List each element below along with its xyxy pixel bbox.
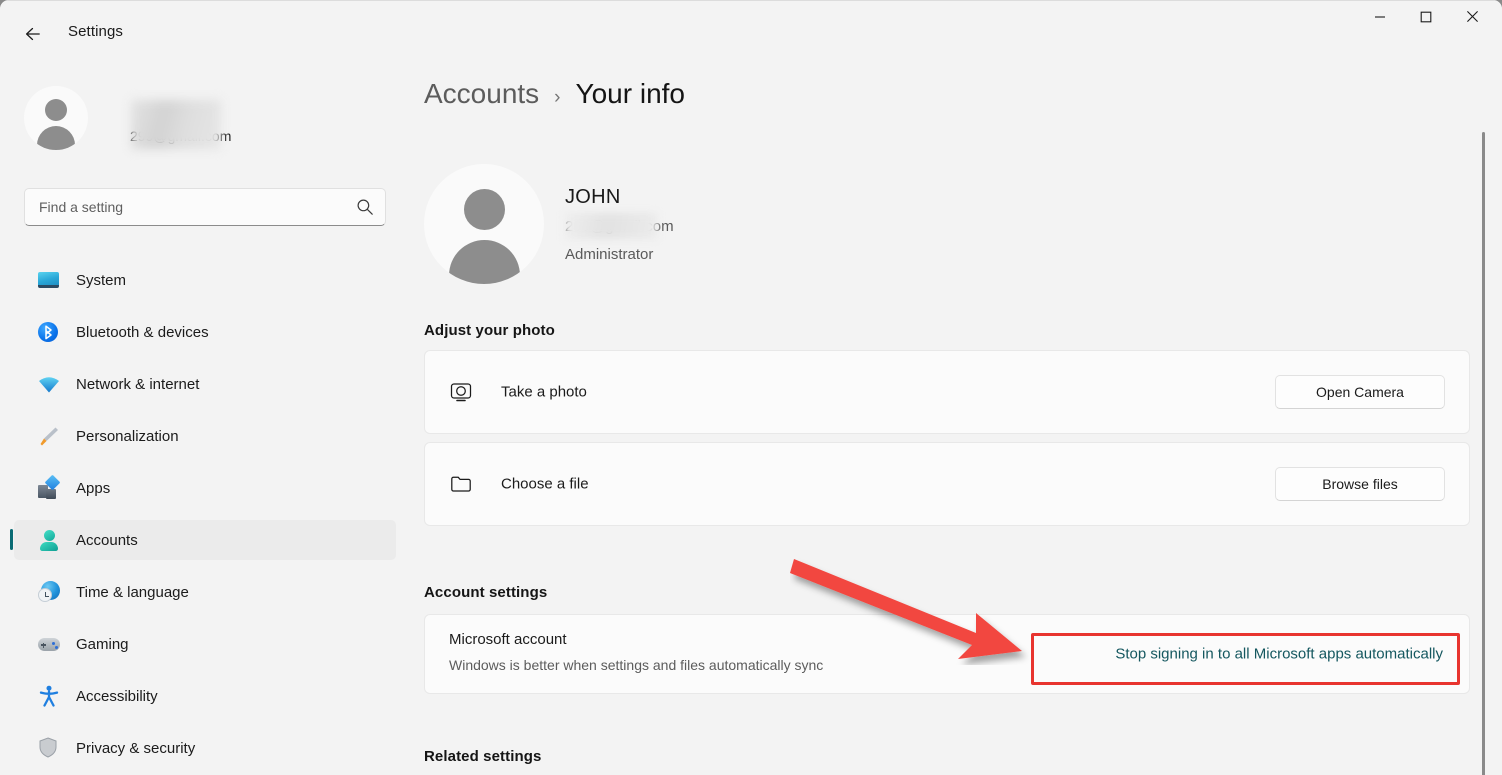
sidebar-item-privacy-security[interactable]: Privacy & security [14,728,396,768]
sidebar-item-label: Personalization [76,427,179,445]
back-button[interactable] [16,18,48,50]
sidebar-item-network-internet[interactable]: Network & internet [14,364,396,404]
monitor-icon [38,269,60,291]
sidebar-item-accessibility[interactable]: Accessibility [14,676,396,716]
vertical-scrollbar[interactable] [1478,132,1490,775]
sidebar-item-label: System [76,271,127,289]
sidebar-item-bluetooth-devices[interactable]: Bluetooth & devices [14,312,396,352]
title-bar: Settings [0,0,1502,64]
sidebar-item-accounts[interactable]: Accounts [10,520,396,560]
sidebar-profile[interactable]: 299@gmail.com [24,78,394,158]
apps-icon [38,474,61,499]
open-camera-button[interactable]: Open Camera [1275,375,1445,409]
wifi-icon [38,373,60,395]
sidebar-nav: System Bluetooth & devices Network & int… [10,260,396,775]
avatar [424,164,544,284]
sidebar-item-label: Apps [76,479,111,497]
sidebar-item-label: Time & language [76,583,189,601]
minimize-icon [1375,15,1385,18]
sidebar-item-apps[interactable]: Apps [14,468,396,508]
sidebar-item-system[interactable]: System [14,260,396,300]
sidebar: 299@gmail.com System [0,64,410,775]
user-name: JOHN [565,186,621,208]
chevron-right-icon: › [554,87,561,108]
breadcrumb-parent[interactable]: Accounts [424,78,539,110]
section-title-adjust-photo: Adjust your photo [424,322,555,339]
clock-globe-icon [38,581,60,603]
person-icon [38,529,60,551]
row-title: Microsoft account [449,631,567,648]
main-content: Accounts › Your info JOHN 299@gmail.com … [410,64,1502,775]
row-subtitle: Windows is better when settings and file… [449,657,824,673]
sidebar-item-label: Accessibility [76,687,158,705]
close-button[interactable] [1449,0,1495,33]
row-label: Take a photo [501,383,587,401]
user-info-card: JOHN 299@gmail.com Administrator [424,164,1024,288]
stop-signing-in-link[interactable]: Stop signing in to all Microsoft apps au… [1111,644,1447,665]
scrollbar-thumb[interactable] [1482,132,1485,775]
search-icon[interactable] [356,198,374,216]
browse-files-button[interactable]: Browse files [1275,467,1445,501]
row-choose-a-file[interactable]: Choose a file Browse files [424,442,1470,526]
maximize-button[interactable] [1403,0,1449,33]
accessibility-icon [38,685,60,707]
search-input[interactable] [24,188,386,226]
folder-icon [451,476,471,492]
sidebar-item-label: Accounts [76,531,138,549]
arrow-left-icon [25,27,40,41]
search-box[interactable] [24,188,386,226]
minimize-button[interactable] [1357,0,1403,33]
camera-icon [450,383,472,402]
sidebar-item-label: Network & internet [76,375,200,393]
page-title: Your info [575,78,686,109]
app-title: Settings [68,23,123,40]
sidebar-item-time-language[interactable]: Time & language [14,572,396,612]
user-email-redacted [565,213,657,239]
shield-icon [38,737,60,759]
paintbrush-icon [38,425,60,447]
avatar [24,86,88,150]
bluetooth-icon [38,321,60,343]
sidebar-item-gaming[interactable]: Gaming [14,624,396,664]
settings-window: Settings 299@gmail.com [0,0,1502,775]
row-label: Choose a file [501,475,589,493]
sidebar-item-label: Privacy & security [76,739,196,757]
sidebar-profile-name-redacted [131,100,221,149]
sidebar-item-label: Bluetooth & devices [76,323,209,341]
maximize-icon [1420,11,1432,22]
sidebar-item-label: Gaming [76,635,129,653]
section-title-related-settings: Related settings [424,748,542,765]
gamepad-icon [38,633,60,655]
section-title-account-settings: Account settings [424,584,548,601]
row-take-a-photo[interactable]: Take a photo Open Camera [424,350,1470,434]
breadcrumb: Accounts › Your info [424,78,685,110]
close-icon [1466,11,1478,22]
user-role: Administrator [565,246,654,263]
row-microsoft-account[interactable]: Microsoft account Windows is better when… [424,614,1470,694]
sidebar-item-personalization[interactable]: Personalization [14,416,396,456]
